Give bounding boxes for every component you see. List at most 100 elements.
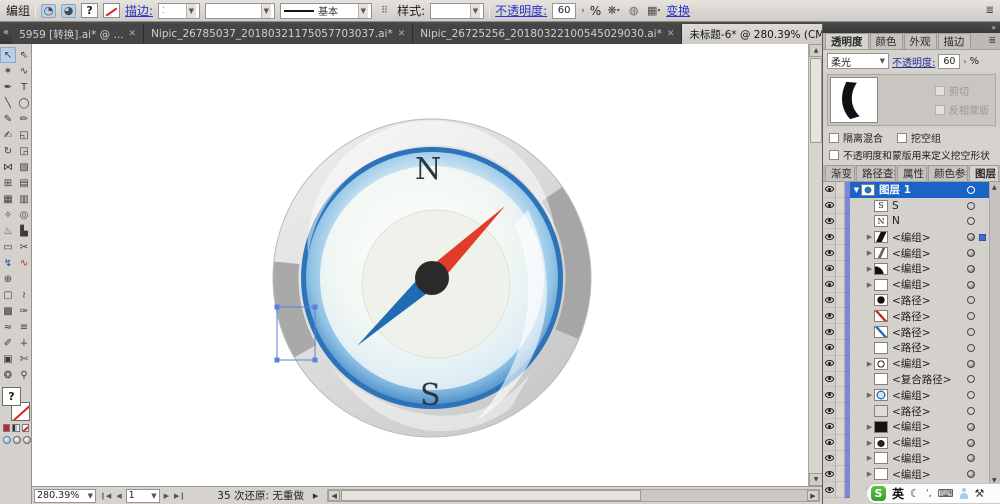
layers-scrollbar[interactable]: ▲ ▼ bbox=[989, 182, 1000, 504]
scroll-right-arrow[interactable]: ▶ bbox=[807, 490, 819, 501]
visibility-cell[interactable] bbox=[823, 276, 836, 293]
layer-thumbnail[interactable] bbox=[874, 247, 888, 260]
tool-icon[interactable]: ≀ bbox=[16, 287, 32, 303]
layer-name[interactable]: <编组> bbox=[892, 467, 931, 482]
layer-row-content[interactable]: <路径> bbox=[850, 293, 989, 309]
ime-language-toggle[interactable]: 英 bbox=[892, 485, 904, 502]
lock-cell[interactable] bbox=[836, 403, 845, 419]
panel-tab[interactable]: 透明度 bbox=[825, 33, 869, 49]
target-circle[interactable] bbox=[967, 233, 975, 242]
define-knockout-checkbox[interactable]: 不透明度和蒙版用来定义挖空形状 bbox=[829, 148, 994, 162]
opacity-value[interactable]: 60 bbox=[938, 53, 961, 69]
tool-icon[interactable]: ⊕ bbox=[0, 271, 16, 287]
layer-row[interactable]: ▶ <编组> bbox=[823, 229, 989, 246]
expand-triangle-icon[interactable]: ▶ bbox=[865, 423, 874, 431]
tool-icon[interactable]: ∿ bbox=[16, 255, 32, 271]
expand-triangle-icon[interactable]: ▶ bbox=[865, 391, 874, 399]
target-circle[interactable] bbox=[967, 249, 975, 258]
stroke-link[interactable]: 描边: bbox=[125, 2, 153, 19]
panel-tab[interactable]: 路径查找器 bbox=[856, 165, 896, 181]
layer-row-content[interactable]: ▶ <编组> bbox=[850, 419, 989, 435]
tool-icon[interactable]: ◯ bbox=[16, 95, 32, 111]
layer-thumbnail[interactable] bbox=[874, 262, 888, 275]
keyboard-icon[interactable]: ⌨ bbox=[938, 487, 954, 500]
target-circle[interactable] bbox=[967, 217, 975, 226]
clip-checkbox[interactable]: 剪切 bbox=[935, 83, 989, 98]
vertical-scrollbar[interactable]: ▲ ▼ bbox=[808, 44, 823, 486]
document-tab[interactable]: Nipic_26785037_20180321175057703037.ai* … bbox=[144, 24, 414, 44]
vertical-scroll-thumb[interactable] bbox=[810, 58, 822, 143]
layer-row-content[interactable]: ▶ <编组> bbox=[850, 387, 989, 403]
layer-thumbnail[interactable] bbox=[874, 231, 888, 244]
transform-link[interactable]: 变换 bbox=[666, 2, 690, 19]
tool-icon[interactable]: ▙ bbox=[16, 223, 32, 239]
style-combo[interactable]: ▼ bbox=[430, 2, 485, 19]
tool-icon[interactable]: ▤ bbox=[16, 175, 32, 191]
tool-icon[interactable]: ▧ bbox=[16, 159, 32, 175]
lock-cell[interactable] bbox=[836, 245, 845, 261]
lock-cell[interactable] bbox=[836, 229, 845, 246]
compass-artwork[interactable]: N S bbox=[272, 117, 592, 439]
checkbox-icon[interactable] bbox=[935, 85, 945, 96]
tool-icon[interactable]: ▢ bbox=[0, 287, 16, 303]
blend-mode-combo[interactable]: 柔光 ▼ bbox=[827, 53, 889, 69]
layer-name[interactable]: <路径> bbox=[892, 325, 931, 340]
horizontal-scroll-thumb[interactable] bbox=[341, 490, 642, 501]
document-tab[interactable]: 5959 [转换].ai* @ ... ✕ bbox=[12, 24, 145, 44]
expand-triangle-icon[interactable]: ▶ bbox=[865, 265, 874, 273]
layer-row[interactable]: ▶ <编组> bbox=[823, 260, 989, 277]
layer-thumbnail[interactable] bbox=[861, 183, 875, 196]
visibility-cell[interactable] bbox=[823, 434, 836, 451]
layer-name[interactable]: <编组> bbox=[892, 261, 931, 276]
panel-tab[interactable]: 外观 bbox=[903, 33, 937, 49]
target-circle[interactable] bbox=[967, 328, 975, 337]
next-artboard-button[interactable]: ▶ bbox=[163, 492, 170, 500]
lock-cell[interactable] bbox=[836, 418, 845, 435]
prev-artboard-button[interactable]: ◀ bbox=[115, 492, 122, 500]
last-artboard-button[interactable]: ▶❙ bbox=[173, 492, 186, 500]
tool-icon[interactable]: ▩ bbox=[0, 303, 16, 319]
opacity-slider-arrow[interactable]: › bbox=[581, 6, 585, 16]
layer-row-content[interactable]: ▶ <编组> bbox=[850, 277, 989, 293]
tool-icon[interactable]: ✧ bbox=[0, 207, 16, 223]
tool-icon[interactable]: ↯ bbox=[0, 255, 16, 271]
tool-icon[interactable]: ❂ bbox=[0, 367, 16, 383]
layer-name[interactable]: <路径> bbox=[892, 404, 931, 419]
checkbox-icon[interactable] bbox=[829, 150, 839, 160]
visibility-cell[interactable] bbox=[823, 371, 836, 388]
dock-collapse-icon[interactable]: » bbox=[991, 23, 996, 32]
layer-row[interactable]: <路径> bbox=[823, 339, 989, 356]
brush-definition-combo[interactable]: 基本 ▼ bbox=[280, 2, 373, 19]
lock-cell[interactable] bbox=[836, 387, 845, 404]
artboard-canvas[interactable]: N S bbox=[32, 44, 808, 486]
layer-row[interactable]: ▶ <编组> bbox=[823, 450, 989, 467]
checkbox-icon[interactable] bbox=[935, 104, 945, 115]
close-icon[interactable]: ✕ bbox=[398, 29, 406, 39]
layer-row-content[interactable]: <路径> bbox=[850, 308, 989, 324]
scroll-up-arrow[interactable]: ▲ bbox=[809, 44, 823, 57]
layer-row[interactable]: ▶ <编组> bbox=[823, 276, 989, 293]
layer-thumbnail[interactable] bbox=[874, 357, 888, 370]
layer-name[interactable]: 图层 1 bbox=[879, 182, 911, 197]
layer-thumbnail[interactable] bbox=[874, 420, 888, 433]
tool-icon[interactable]: ∿ bbox=[16, 63, 32, 79]
tool-icon[interactable]: ✑ bbox=[16, 303, 32, 319]
checkbox-icon[interactable] bbox=[829, 132, 839, 143]
layer-name[interactable]: <编组> bbox=[892, 246, 931, 261]
opacity-link[interactable]: 不透明度: bbox=[892, 54, 935, 69]
mask-thumbnail[interactable] bbox=[830, 77, 878, 123]
layer-row[interactable]: ▶ <编组> bbox=[823, 418, 989, 435]
lock-cell[interactable] bbox=[836, 450, 845, 467]
sogou-logo-icon[interactable]: S bbox=[871, 486, 886, 501]
close-icon[interactable]: ✕ bbox=[667, 29, 675, 39]
layer-row[interactable]: <路径> bbox=[823, 308, 989, 325]
tool-icon[interactable]: ✏ bbox=[16, 111, 32, 127]
tool-icon[interactable]: ≡ bbox=[16, 319, 32, 335]
layer-name[interactable]: <编组> bbox=[892, 419, 931, 434]
close-icon[interactable]: ✕ bbox=[129, 29, 137, 39]
visibility-cell[interactable] bbox=[823, 260, 836, 277]
layer-row-content[interactable]: N N bbox=[850, 214, 989, 230]
target-circle[interactable] bbox=[967, 422, 975, 431]
panel-tab[interactable]: 颜色参考 bbox=[928, 165, 968, 181]
layer-row-content[interactable]: ▶ <编组> bbox=[850, 451, 989, 467]
